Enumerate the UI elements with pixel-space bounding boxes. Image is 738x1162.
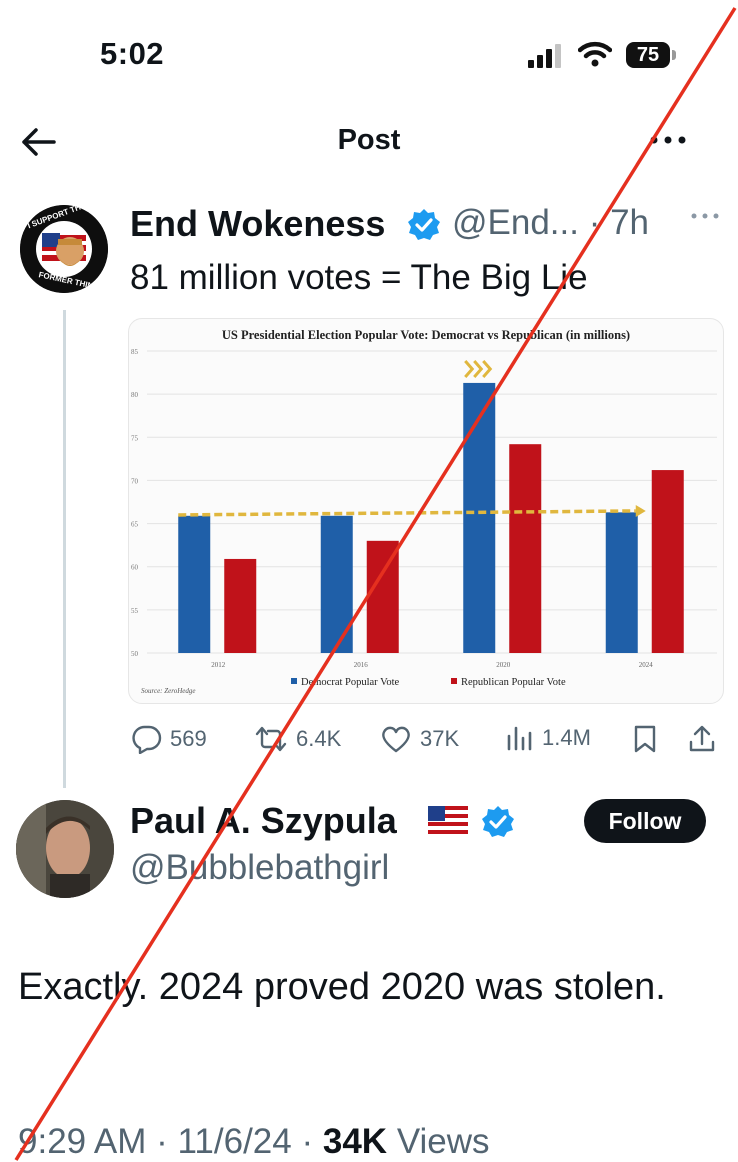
chart-title: US Presidential Election Popular Vote: D… [222,328,630,342]
page-title: Post [337,124,401,156]
post-views-label: Views [396,1122,490,1161]
profile-photo-image [16,800,114,898]
legend-label: Republican Popular Vote [461,677,566,688]
thread-line [63,310,66,788]
like-button[interactable]: 37K [380,724,459,754]
reply-author-avatar[interactable] [16,800,114,898]
bar-democrat [178,515,211,653]
bar-chart: US Presidential Election Popular Vote: D… [131,328,717,695]
bookmark-icon [634,725,656,753]
x-tick-label: 2020 [496,661,511,669]
chart-image-card[interactable]: US Presidential Election Popular Vote: D… [128,318,724,704]
views-count: 1.4M [542,725,591,750]
legend-swatch [451,678,457,684]
y-tick-label: 65 [131,521,139,529]
y-tick-label: 60 [131,564,139,572]
like-count: 37K [420,726,460,751]
y-tick-label: 75 [131,434,139,442]
share-button[interactable] [688,724,716,754]
x-tick-label: 2012 [211,661,226,669]
verified-badge-icon [482,806,514,837]
share-icon [689,725,715,752]
bar-republican [651,470,684,653]
author-avatar[interactable]: I SUPPORT THE FORMER THINGS [20,205,108,293]
repost-button[interactable]: 6.4K [254,724,341,754]
post-views-count: 34K [322,1122,388,1161]
repost-count: 6.4K [296,726,342,751]
annotation-chevron [482,360,493,378]
annotation-chevron [473,360,484,378]
signal-icon [528,44,561,68]
x-tick-label: 2024 [639,661,654,669]
follow-button[interactable]: Follow [584,799,706,843]
annotation-chevron [464,360,475,378]
bar-democrat [320,515,353,653]
y-tick-label: 50 [131,650,139,658]
y-tick-label: 85 [131,348,139,356]
separator-dot: · [156,1122,178,1161]
status-time: 5:02 [100,36,165,71]
post-time: 9:29 AM [18,1122,147,1161]
tweet-text: 81 million votes = The Big Lie [130,258,588,297]
bar-democrat [605,512,638,653]
views-button[interactable]: 1.4M [506,724,591,752]
bar-democrat [463,382,496,653]
bar-republican [224,558,257,653]
bar-republican [509,444,542,653]
repost-icon [255,726,287,752]
annotation-arrowhead [635,504,646,517]
heart-icon [382,726,410,753]
post-date: 11/6/24 [177,1122,292,1161]
reply-count: 569 [170,726,207,751]
bar-republican [366,540,399,653]
reply-author-name[interactable]: Paul A. Szypula [130,800,397,842]
x-tick-label: 2016 [354,661,369,669]
annotation-arrow [178,509,636,517]
bookmark-button[interactable] [632,724,658,754]
tweet-more-icon[interactable] [690,210,720,222]
author-name[interactable]: End Wokeness [130,203,385,245]
author-handle-time[interactable]: @End... · 7h [452,203,649,243]
post-metadata: 9:29 AM · 11/6/24 · 34K Views [18,1122,490,1162]
battery-indicator: 75 [626,42,670,68]
legend-label: Democrat Popular Vote [301,677,400,688]
legend-swatch [291,678,297,684]
views-bars-icon [507,726,532,751]
separator-dot: · [301,1122,323,1161]
y-tick-label: 70 [131,477,139,485]
reply-author-handle[interactable]: @Bubblebathgirl [130,848,389,888]
y-tick-label: 80 [131,391,139,399]
verified-badge-icon [408,209,440,240]
reply-tweet-text: Exactly. 2024 proved 2020 was stolen. [18,966,666,1008]
wifi-icon [578,41,612,67]
chart-source: Source: ZeroHedge [141,687,196,695]
us-flag-icon [428,806,468,834]
more-options-icon[interactable] [648,130,688,150]
reply-button[interactable]: 569 [132,724,207,754]
reply-icon [132,725,162,754]
y-tick-label: 55 [131,607,139,615]
battery-cap [672,50,676,60]
